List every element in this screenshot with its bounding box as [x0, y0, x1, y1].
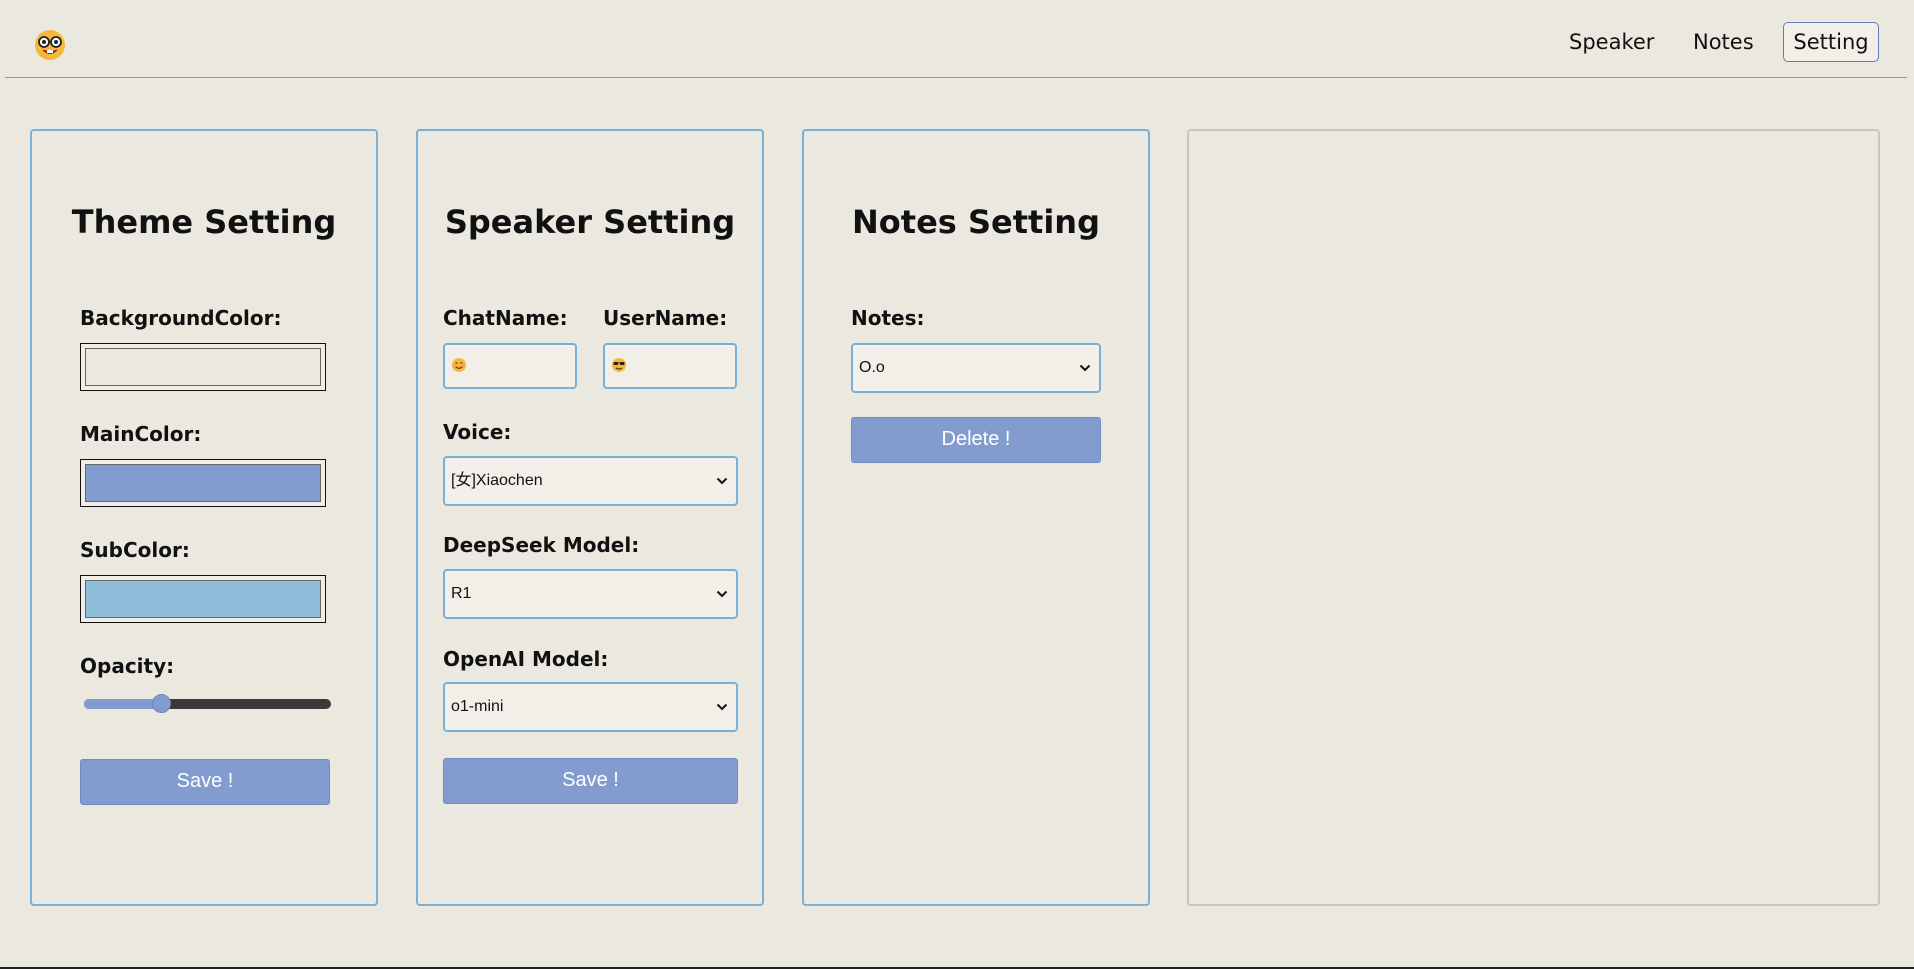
nav-notes[interactable]: Notes — [1693, 22, 1754, 62]
notes-delete-button[interactable]: Delete ! — [851, 417, 1101, 463]
main-color-picker[interactable] — [80, 459, 326, 507]
opacity-slider-thumb[interactable] — [152, 694, 172, 713]
opacity-slider[interactable] — [84, 694, 331, 713]
theme-setting-card: Theme Setting BackgroundColor: MainColor… — [30, 129, 378, 906]
chatname-input[interactable] — [443, 343, 577, 389]
notes-select-value: O.o — [859, 359, 885, 376]
username-label: UserName: — [603, 306, 728, 330]
smiling-face-icon — [452, 357, 466, 372]
notes-select[interactable]: O.o — [851, 343, 1101, 393]
openai-model-select[interactable]: o1-mini — [443, 682, 738, 732]
chatname-label: ChatName: — [443, 306, 568, 330]
main-color-swatch — [85, 464, 321, 502]
deepseek-model-label: DeepSeek Model: — [443, 533, 640, 557]
chevron-down-icon — [1079, 364, 1091, 372]
notes-setting-title: Notes Setting — [852, 203, 1100, 241]
deepseek-model-select[interactable]: R1 — [443, 569, 738, 619]
voice-select[interactable]: [女]Xiaochen — [443, 456, 738, 506]
background-color-swatch — [85, 348, 321, 386]
sunglasses-face-icon — [612, 357, 626, 372]
username-input[interactable] — [603, 343, 737, 389]
sub-color-label: SubColor: — [80, 538, 190, 562]
speaker-setting-title: Speaker Setting — [444, 203, 736, 241]
notes-label: Notes: — [851, 306, 925, 330]
opacity-slider-fill — [84, 699, 162, 709]
topbar-divider — [5, 77, 1907, 78]
empty-panel — [1187, 129, 1880, 906]
nerd-face-icon[interactable] — [32, 27, 68, 63]
nav-speaker[interactable]: Speaker — [1569, 22, 1654, 62]
voice-select-value: [女]Xiaochen — [451, 472, 543, 489]
chevron-down-icon — [716, 477, 728, 485]
nav-setting[interactable]: Setting — [1783, 22, 1879, 62]
top-navigation-bar: Speaker Notes Setting — [0, 0, 1914, 80]
openai-model-value: o1-mini — [451, 698, 504, 715]
chevron-down-icon — [716, 590, 728, 598]
chevron-down-icon — [716, 703, 728, 711]
background-color-label: BackgroundColor: — [80, 306, 282, 330]
speaker-setting-card: Speaker Setting ChatName: UserName: Voic… — [416, 129, 764, 906]
theme-save-button[interactable]: Save ! — [80, 759, 330, 805]
sub-color-picker[interactable] — [80, 575, 326, 623]
deepseek-model-value: R1 — [451, 585, 472, 602]
speaker-save-button[interactable]: Save ! — [443, 758, 738, 804]
background-color-picker[interactable] — [80, 343, 326, 391]
openai-model-label: OpenAI Model: — [443, 647, 609, 671]
notes-setting-card: Notes Setting Notes: O.o Delete ! — [802, 129, 1150, 906]
opacity-label: Opacity: — [80, 654, 175, 678]
main-color-label: MainColor: — [80, 422, 202, 446]
sub-color-swatch — [85, 580, 321, 618]
voice-label: Voice: — [443, 420, 512, 444]
theme-setting-title: Theme Setting — [71, 203, 337, 241]
